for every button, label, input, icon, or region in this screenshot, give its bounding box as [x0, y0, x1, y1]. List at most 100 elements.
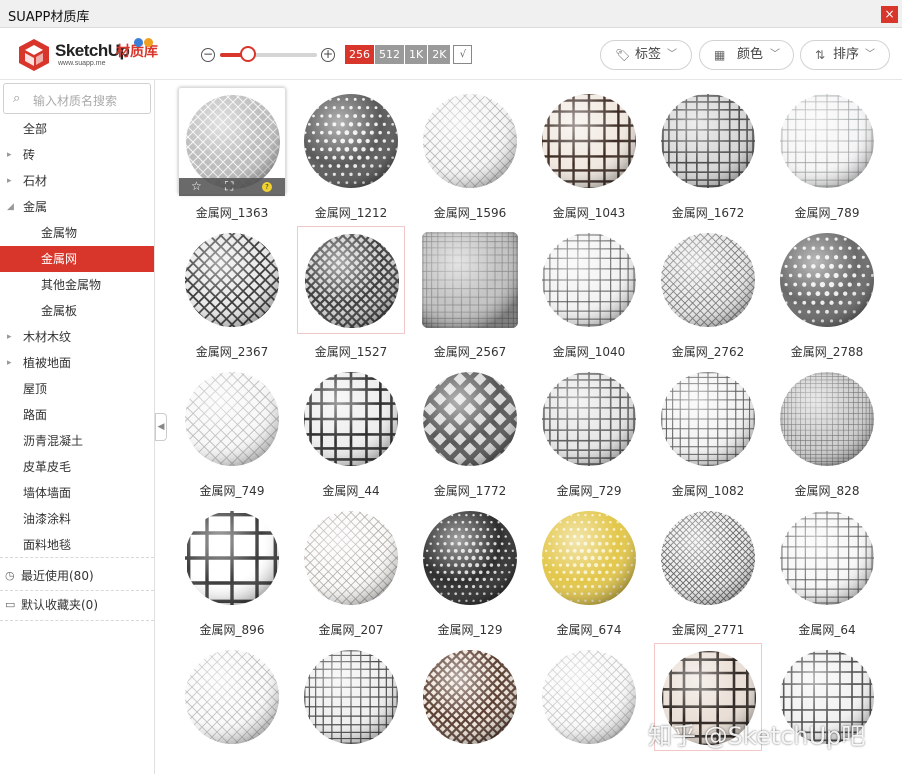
- material-thumbnail[interactable]: [654, 365, 762, 473]
- favorite-star-icon[interactable]: ☆: [191, 179, 202, 193]
- material-tile[interactable]: 金属网_207: [292, 497, 410, 637]
- material-tile[interactable]: [530, 636, 648, 774]
- material-tile[interactable]: [768, 636, 886, 774]
- tags-button[interactable]: 🏷 标签 ﹀: [600, 40, 692, 70]
- material-thumbnail[interactable]: [416, 87, 524, 195]
- caret-down-icon[interactable]: ◢: [7, 194, 14, 220]
- material-tile[interactable]: 金属网_749: [173, 358, 291, 498]
- sort-button[interactable]: ⇅ 排序 ﹀: [800, 40, 890, 70]
- material-thumbnail[interactable]: [654, 226, 762, 334]
- material-thumbnail[interactable]: [416, 504, 524, 612]
- category-item[interactable]: ▸ 植被地面: [0, 350, 154, 376]
- material-thumbnail[interactable]: [535, 87, 643, 195]
- material-tile[interactable]: 金属网_1596: [411, 80, 529, 220]
- material-tile[interactable]: [173, 636, 291, 774]
- material-tile[interactable]: 金属网_2762: [649, 219, 767, 359]
- category-item[interactable]: 金属网: [0, 246, 154, 272]
- resolution-512-button[interactable]: 512: [375, 45, 404, 64]
- category-item[interactable]: 其他金属物: [0, 272, 154, 298]
- color-button[interactable]: ▦ 颜色 ﹀: [699, 40, 794, 70]
- material-tile[interactable]: 金属网_789: [768, 80, 886, 220]
- material-thumbnail[interactable]: [773, 226, 881, 334]
- material-tile[interactable]: 金属网_2771: [649, 497, 767, 637]
- material-thumbnail[interactable]: [297, 504, 405, 612]
- category-item[interactable]: 路面: [0, 402, 154, 428]
- material-tile[interactable]: ☆ ⛶? 金属网_1363: [173, 80, 291, 220]
- category-item[interactable]: 面料地毯: [0, 532, 154, 558]
- material-thumbnail[interactable]: [535, 226, 643, 334]
- material-tile[interactable]: [411, 636, 529, 774]
- material-thumbnail[interactable]: ☆ ⛶?: [178, 87, 286, 196]
- category-item[interactable]: 油漆涂料: [0, 506, 154, 532]
- zoom-out-icon[interactable]: −: [201, 48, 215, 62]
- category-item[interactable]: 全部: [0, 116, 154, 142]
- material-tile[interactable]: 金属网_1040: [530, 219, 648, 359]
- material-tile[interactable]: 金属网_1212: [292, 80, 410, 220]
- material-tile[interactable]: 金属网_1043: [530, 80, 648, 220]
- category-item[interactable]: 金属板: [0, 298, 154, 324]
- material-thumbnail[interactable]: [297, 643, 405, 751]
- recent-used-item[interactable]: ◷ 最近使用(80): [0, 563, 154, 589]
- material-tile[interactable]: 金属网_44: [292, 358, 410, 498]
- size-slider-thumb[interactable]: [240, 46, 257, 62]
- material-tile[interactable]: 金属网_729: [530, 358, 648, 498]
- material-tile[interactable]: 金属网_2367: [173, 219, 291, 359]
- resolution-1k-button[interactable]: 1K: [405, 45, 428, 64]
- category-item[interactable]: 皮革皮毛: [0, 454, 154, 480]
- caret-right-icon[interactable]: ▸: [7, 168, 12, 194]
- material-tile[interactable]: 金属网_1082: [649, 358, 767, 498]
- zoom-in-icon[interactable]: +: [321, 48, 335, 62]
- category-item[interactable]: 屋顶: [0, 376, 154, 402]
- category-item[interactable]: 金属物: [0, 220, 154, 246]
- material-thumbnail[interactable]: [654, 504, 762, 612]
- expand-icon[interactable]: ⛶: [225, 179, 233, 194]
- category-item[interactable]: ▸ 砖: [0, 142, 154, 168]
- info-icon[interactable]: ?: [262, 182, 272, 192]
- material-tile[interactable]: 金属网_2567: [411, 219, 529, 359]
- search-input[interactable]: ⌕ 输入材质名搜索: [3, 83, 151, 114]
- category-item[interactable]: ▸ 木材木纹: [0, 324, 154, 350]
- material-tile[interactable]: 金属网_674: [530, 497, 648, 637]
- material-thumbnail[interactable]: [178, 226, 286, 334]
- material-tile[interactable]: 金属网_1672: [649, 80, 767, 220]
- material-thumbnail[interactable]: [773, 504, 881, 612]
- material-thumbnail[interactable]: [416, 365, 524, 473]
- caret-right-icon[interactable]: ▸: [7, 142, 12, 168]
- material-tile[interactable]: 金属网_129: [411, 497, 529, 637]
- close-button[interactable]: ×: [881, 6, 898, 23]
- caret-right-icon[interactable]: ▸: [7, 350, 12, 376]
- material-tile[interactable]: 金属网_2788: [768, 219, 886, 359]
- material-thumbnail[interactable]: [297, 365, 405, 473]
- favorites-item[interactable]: ▭ 默认收藏夹(0): [0, 592, 154, 618]
- resolution-2k-button[interactable]: 2K: [428, 45, 451, 64]
- category-item[interactable]: 沥青混凝土: [0, 428, 154, 454]
- material-tile[interactable]: 金属网_828: [768, 358, 886, 498]
- material-thumbnail[interactable]: [535, 365, 643, 473]
- category-item[interactable]: ▸ 石材: [0, 168, 154, 194]
- material-thumbnail[interactable]: [178, 504, 286, 612]
- material-thumbnail[interactable]: [773, 365, 881, 473]
- resolution-256-button[interactable]: 256: [345, 45, 374, 64]
- material-thumbnail[interactable]: [416, 226, 524, 334]
- caret-right-icon[interactable]: ▸: [7, 324, 12, 350]
- material-tile[interactable]: [292, 636, 410, 774]
- material-tile[interactable]: [649, 636, 767, 774]
- material-tile[interactable]: 金属网_1772: [411, 358, 529, 498]
- material-thumbnail[interactable]: [773, 87, 881, 195]
- material-sphere-image: [661, 94, 755, 188]
- material-thumbnail[interactable]: [535, 643, 643, 751]
- sidebar-collapse-button[interactable]: ◀: [155, 413, 167, 441]
- material-tile[interactable]: 金属网_64: [768, 497, 886, 637]
- category-item[interactable]: ◢ 金属: [0, 194, 154, 220]
- material-thumbnail[interactable]: [178, 365, 286, 473]
- category-item[interactable]: 墙体墙面: [0, 480, 154, 506]
- material-thumbnail[interactable]: [297, 87, 405, 195]
- material-tile[interactable]: 金属网_1527: [292, 219, 410, 359]
- material-thumbnail[interactable]: [297, 226, 405, 334]
- material-thumbnail[interactable]: [535, 504, 643, 612]
- material-thumbnail[interactable]: [654, 87, 762, 195]
- resolution-toggle-icon[interactable]: √: [453, 45, 473, 64]
- material-thumbnail[interactable]: [416, 643, 524, 751]
- material-thumbnail[interactable]: [178, 643, 286, 751]
- material-tile[interactable]: 金属网_896: [173, 497, 291, 637]
